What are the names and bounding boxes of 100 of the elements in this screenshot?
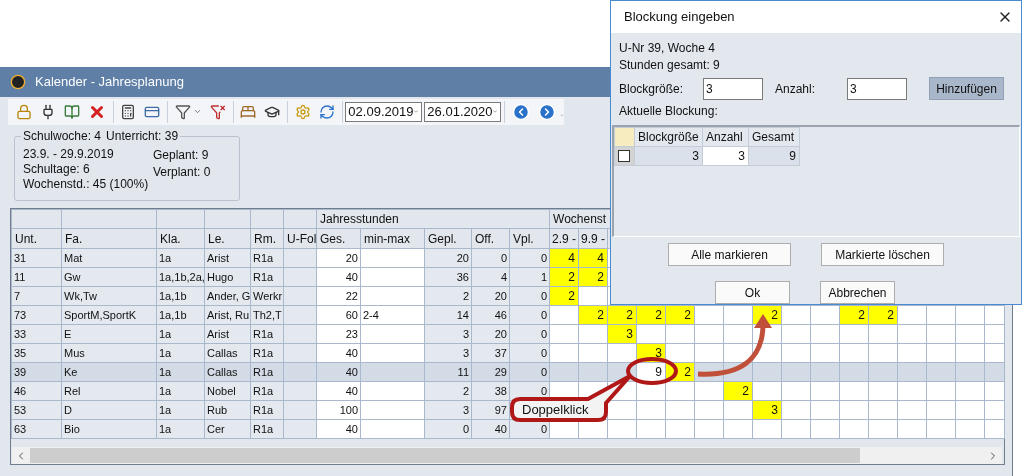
- table-cell: R1a: [250, 381, 284, 401]
- table-cell: 3: [424, 343, 472, 363]
- table-cell: Arist: [204, 248, 251, 268]
- block-size-field[interactable]: 3: [703, 77, 763, 100]
- table-cell: Ander, G: [204, 286, 251, 306]
- table-cell: 0: [471, 248, 510, 268]
- dialog-button[interactable]: Markierte löschen: [821, 243, 944, 266]
- table-cell: Gw: [61, 267, 157, 287]
- group-header: Jahresstunden: [316, 209, 550, 229]
- column-header[interactable]: Blockgröße: [634, 127, 703, 147]
- table-cell: R1a: [250, 267, 284, 287]
- column-header[interactable]: Anzahl: [702, 127, 749, 147]
- dialog-button[interactable]: Alle markieren: [668, 243, 791, 266]
- table-cell: R1a: [250, 248, 284, 268]
- table-cell: 2: [424, 381, 472, 401]
- table-cell: 1a: [156, 419, 205, 439]
- table-cell: 1a: [156, 362, 205, 382]
- table-cell: 4: [471, 267, 510, 287]
- table-cell: Callas: [204, 343, 251, 363]
- dialog-button[interactable]: Ok: [715, 281, 790, 304]
- date-to-field[interactable]: 26.01.2020: [424, 101, 502, 122]
- table-cell: Callas: [204, 362, 251, 382]
- column-header[interactable]: 2.9 -: [549, 228, 579, 249]
- table-cell: 0: [424, 419, 472, 439]
- table-cell: 0: [509, 286, 550, 306]
- date-from-field[interactable]: 02.09.2019: [345, 101, 423, 122]
- week-info-text: Schultage: 6: [23, 162, 91, 177]
- add-button[interactable]: Hinzufügen: [929, 77, 1004, 101]
- table-cell: 0: [509, 343, 550, 363]
- table-cell: 0: [509, 324, 550, 344]
- column-header[interactable]: Le.: [204, 228, 251, 249]
- table-cell: Rel: [61, 381, 157, 401]
- column-header[interactable]: Ges.: [316, 228, 361, 249]
- count-field[interactable]: 3: [847, 77, 907, 100]
- column-header[interactable]: U-Fol: [283, 228, 317, 249]
- table-cell: 73: [11, 305, 62, 325]
- table-cell: Nobel: [204, 381, 251, 401]
- column-header[interactable]: Kla.: [156, 228, 205, 249]
- table-cell: 33: [11, 324, 62, 344]
- column-header[interactable]: Fa.: [61, 228, 157, 249]
- column-header[interactable]: 9.9 -: [578, 228, 608, 249]
- table-cell: Rub: [204, 400, 251, 420]
- dialog-button[interactable]: Abbrechen: [820, 281, 895, 304]
- column-header[interactable]: Unt.: [11, 228, 62, 249]
- table-cell: Arist, Ru: [204, 305, 251, 325]
- horizontal-scrollbar[interactable]: [12, 447, 1002, 464]
- table-cell: R1a: [250, 324, 284, 344]
- table-cell: 20: [471, 324, 510, 344]
- table-cell: Arist: [204, 324, 251, 344]
- table-cell: 38: [471, 381, 510, 401]
- table-cell: Bio: [61, 419, 157, 439]
- table-cell: 31: [11, 248, 62, 268]
- week-info-text: Geplant: 9: [153, 147, 210, 164]
- dialog-info-text: Stunden gesamt: 9: [619, 56, 721, 74]
- column-header[interactable]: Gesamt: [748, 127, 800, 147]
- table-cell: 0: [509, 248, 550, 268]
- week-info-legend: Schulwoche: 4: [23, 127, 102, 145]
- table-cell: 1a: [156, 248, 205, 268]
- table-cell: 35: [11, 343, 62, 363]
- week-info-text: Verplant: 0: [153, 164, 211, 181]
- column-header[interactable]: Vpl.: [509, 228, 550, 249]
- week-info-text: 23.9. - 29.9.2019: [23, 147, 115, 162]
- callout-text: Doppelklick: [522, 402, 589, 417]
- table-cell: 3: [424, 400, 472, 420]
- table-cell: 7: [11, 286, 62, 306]
- table-cell: Werkr: [250, 286, 284, 306]
- table-cell: 29: [471, 362, 510, 382]
- table-cell: 14: [424, 305, 472, 325]
- table-cell: 20: [424, 248, 472, 268]
- column-header[interactable]: Gepl.: [424, 228, 472, 249]
- table-cell: Ke: [61, 362, 157, 382]
- clock-icon: [10, 74, 26, 90]
- week-info-legend: Unterricht: 39: [106, 127, 179, 145]
- table-cell: 1: [509, 267, 550, 287]
- table-cell: 1a,1b: [156, 305, 205, 325]
- column-header[interactable]: Rm.: [250, 228, 284, 249]
- table-cell: R1a: [250, 400, 284, 420]
- table-cell: 39: [11, 362, 62, 382]
- section-label: Aktuelle Blockung:: [619, 102, 719, 120]
- table-cell: R1a: [250, 343, 284, 363]
- week-info-text: Wochenstd.: 45 (100%): [23, 177, 150, 192]
- table-cell: 11: [424, 362, 472, 382]
- table-cell: SportM,SportK: [61, 305, 157, 325]
- table-cell: 20: [471, 286, 510, 306]
- table-cell: 46: [11, 381, 62, 401]
- table-cell: 11: [11, 267, 62, 287]
- table-cell: 1a: [156, 343, 205, 363]
- table-cell: R1a: [250, 362, 284, 382]
- table-cell: R1a: [250, 419, 284, 439]
- dialog-title: Blockung eingeben: [624, 8, 735, 27]
- scrollbar-thumb[interactable]: [30, 448, 860, 463]
- table-cell: 0: [509, 305, 550, 325]
- table-cell: Cer: [204, 419, 251, 439]
- table-cell: 1a: [156, 381, 205, 401]
- table-cell: D: [61, 400, 157, 420]
- row-checkbox[interactable]: [618, 149, 630, 162]
- column-header[interactable]: min-max: [360, 228, 425, 249]
- table-cell: Hugo: [204, 267, 251, 287]
- table-cell: Wk,Tw: [61, 286, 157, 306]
- column-header[interactable]: Off.: [471, 228, 510, 249]
